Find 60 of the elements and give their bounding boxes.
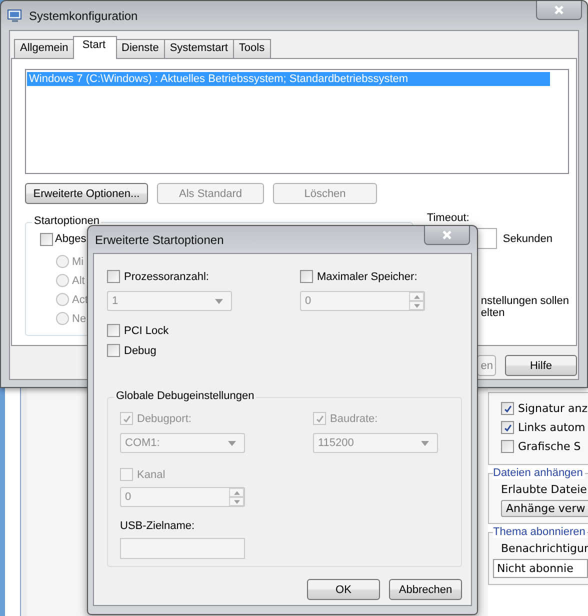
unit-label: Sekunden: [502, 232, 552, 244]
field-label: Timeout:: [426, 212, 470, 226]
checkbox[interactable]: [501, 402, 514, 415]
close-button[interactable]: [536, 1, 582, 20]
field-label: USB-Zielname:: [120, 520, 196, 532]
checkmark-icon: [122, 414, 132, 424]
radio-label: Ne: [72, 312, 86, 324]
checkbox-label: Grafische S: [518, 440, 581, 453]
close-button[interactable]: [424, 226, 470, 245]
checkbox-label: Debugport:: [137, 412, 192, 424]
down-arrow-icon: [414, 304, 420, 308]
radio-label: Mi: [72, 256, 84, 268]
tab[interactable]: Tools: [232, 39, 271, 58]
group-title: Thema abonnieren: [493, 526, 588, 538]
button[interactable]: OK: [307, 579, 380, 600]
checkbox-label: Prozessoranzahl:: [124, 270, 209, 282]
window-title: Systemkonfiguration: [29, 8, 138, 22]
checkbox-label: Links autom: [518, 421, 586, 434]
checkbox[interactable]: [501, 421, 514, 434]
note-text: nstellungen sollen: [480, 295, 569, 307]
dropdown-arrow-icon: [215, 298, 223, 304]
monitor-icon: [7, 8, 23, 24]
attachments-button[interactable]: Anhänge verw: [501, 500, 588, 517]
spin-down-button[interactable]: [229, 497, 244, 506]
checkmark-icon: [314, 414, 324, 424]
close-icon: [554, 5, 564, 15]
checkbox-label: Debug: [124, 344, 156, 356]
close-icon: [442, 230, 452, 240]
radio-label: Act: [72, 294, 88, 306]
tab[interactable]: Allgemein: [14, 39, 74, 58]
checkbox-label: Kanal: [137, 468, 166, 480]
button[interactable]: Hilfe: [505, 355, 577, 376]
up-arrow-icon: [234, 490, 240, 494]
up-arrow-icon: [414, 294, 420, 298]
tab[interactable]: Systemstart: [164, 39, 234, 58]
checkbox-label: Maximaler Speicher:: [317, 270, 418, 282]
checkbox[interactable]: [40, 232, 53, 246]
button[interactable]: Abbrechen: [389, 579, 462, 600]
radio-label: Alt: [72, 274, 85, 286]
spin-up-button[interactable]: [229, 488, 244, 497]
field-label: Erlaubte Dateie: [501, 483, 588, 496]
tab[interactable]: Dienste: [116, 39, 165, 58]
down-arrow-icon: [234, 500, 240, 504]
dialog-title: Erweiterte Startoptionen: [95, 232, 224, 246]
dropdown-arrow-icon: [228, 440, 236, 446]
checkbox-label: Baudrate:: [330, 412, 378, 424]
dropdown[interactable]: Nicht abonnie: [493, 559, 588, 578]
checkbox-label: Signatur anz: [518, 402, 588, 415]
checkbox-label: Abges: [55, 233, 86, 245]
note-text: elten: [480, 307, 506, 319]
checkbox[interactable]: [107, 324, 120, 337]
group-title: Globale Debugeinstellungen: [114, 390, 256, 402]
group-title: Dateien anhängen: [493, 467, 585, 479]
button[interactable]: Erweiterte Optionen...: [25, 183, 148, 204]
checkbox[interactable]: [501, 440, 514, 453]
dropdown-arrow-icon: [421, 440, 429, 446]
checkbox[interactable]: [107, 344, 120, 357]
tab[interactable]: Start: [73, 36, 117, 59]
checkbox-label: PCI Lock: [124, 324, 169, 336]
group-title: Startoptionen: [32, 215, 102, 227]
